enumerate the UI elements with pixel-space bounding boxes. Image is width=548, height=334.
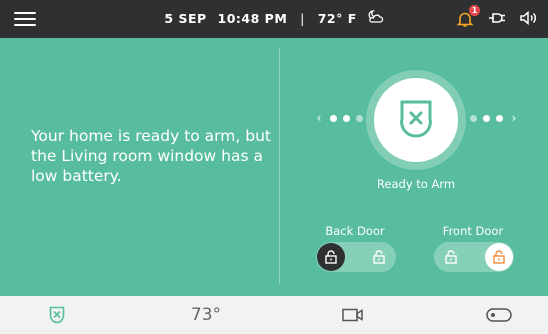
main-panel: Your home is ready to arm, but the Livin… xyxy=(0,38,548,296)
carousel-next[interactable]: › xyxy=(470,111,519,125)
panel-divider xyxy=(279,48,280,284)
carousel-dot xyxy=(470,114,477,122)
camera-icon xyxy=(342,308,363,322)
time-text: 10:48 PM xyxy=(217,11,288,26)
carousel-dot xyxy=(496,114,503,122)
nav-devices[interactable] xyxy=(472,296,526,334)
carousel-dot xyxy=(483,114,490,122)
notification-badge: 1 xyxy=(469,5,480,16)
status-icons: 1 xyxy=(456,0,538,38)
shield-x-icon xyxy=(400,100,432,138)
bottom-nav: 73° xyxy=(0,296,548,334)
unlock-button[interactable] xyxy=(436,242,466,272)
unlocked-icon xyxy=(325,250,337,264)
speaker-icon[interactable] xyxy=(520,10,538,29)
nav-cameras[interactable] xyxy=(326,296,380,334)
carousel-dot xyxy=(343,114,350,122)
status-separator: | xyxy=(300,11,305,26)
carousel-dot xyxy=(356,114,363,122)
notifications[interactable]: 1 xyxy=(456,5,480,28)
nav-thermostat[interactable]: 73° xyxy=(176,296,236,334)
front-door-label: Front Door xyxy=(442,224,504,238)
partly-cloudy-night-icon xyxy=(366,1,384,39)
date-text: 5 SEP xyxy=(164,11,207,26)
carousel-dot xyxy=(330,114,337,122)
temperature-text: 72° F xyxy=(317,11,357,26)
carousel-prev[interactable]: ‹ xyxy=(314,111,363,125)
toggle-icon xyxy=(486,308,512,322)
bell-icon xyxy=(456,12,474,32)
lock-icon xyxy=(373,250,385,264)
shield-x-icon xyxy=(49,306,65,324)
nav-security[interactable] xyxy=(30,296,84,334)
front-door-lock-toggle[interactable] xyxy=(434,242,514,272)
chevron-right-icon[interactable]: › xyxy=(509,111,519,125)
unlock-button[interactable] xyxy=(317,243,345,271)
arm-status-label: Ready to Arm xyxy=(376,177,456,191)
arm-button[interactable] xyxy=(374,78,458,162)
plug-icon[interactable] xyxy=(488,10,506,29)
unlocked-icon xyxy=(493,250,505,264)
lock-button[interactable] xyxy=(364,242,394,272)
chevron-left-icon[interactable]: ‹ xyxy=(314,111,324,125)
lock-button[interactable] xyxy=(485,243,513,271)
status-bar: 5 SEP 10:48 PM | 72° F 1 xyxy=(0,0,548,38)
back-door-label: Back Door xyxy=(325,224,385,238)
status-message: Your home is ready to arm, but the Livin… xyxy=(31,127,271,185)
panel-screen: 5 SEP 10:48 PM | 72° F 1 Your home is re… xyxy=(0,0,548,334)
unlocked-icon xyxy=(445,250,457,264)
back-door-lock-toggle[interactable] xyxy=(316,242,396,272)
